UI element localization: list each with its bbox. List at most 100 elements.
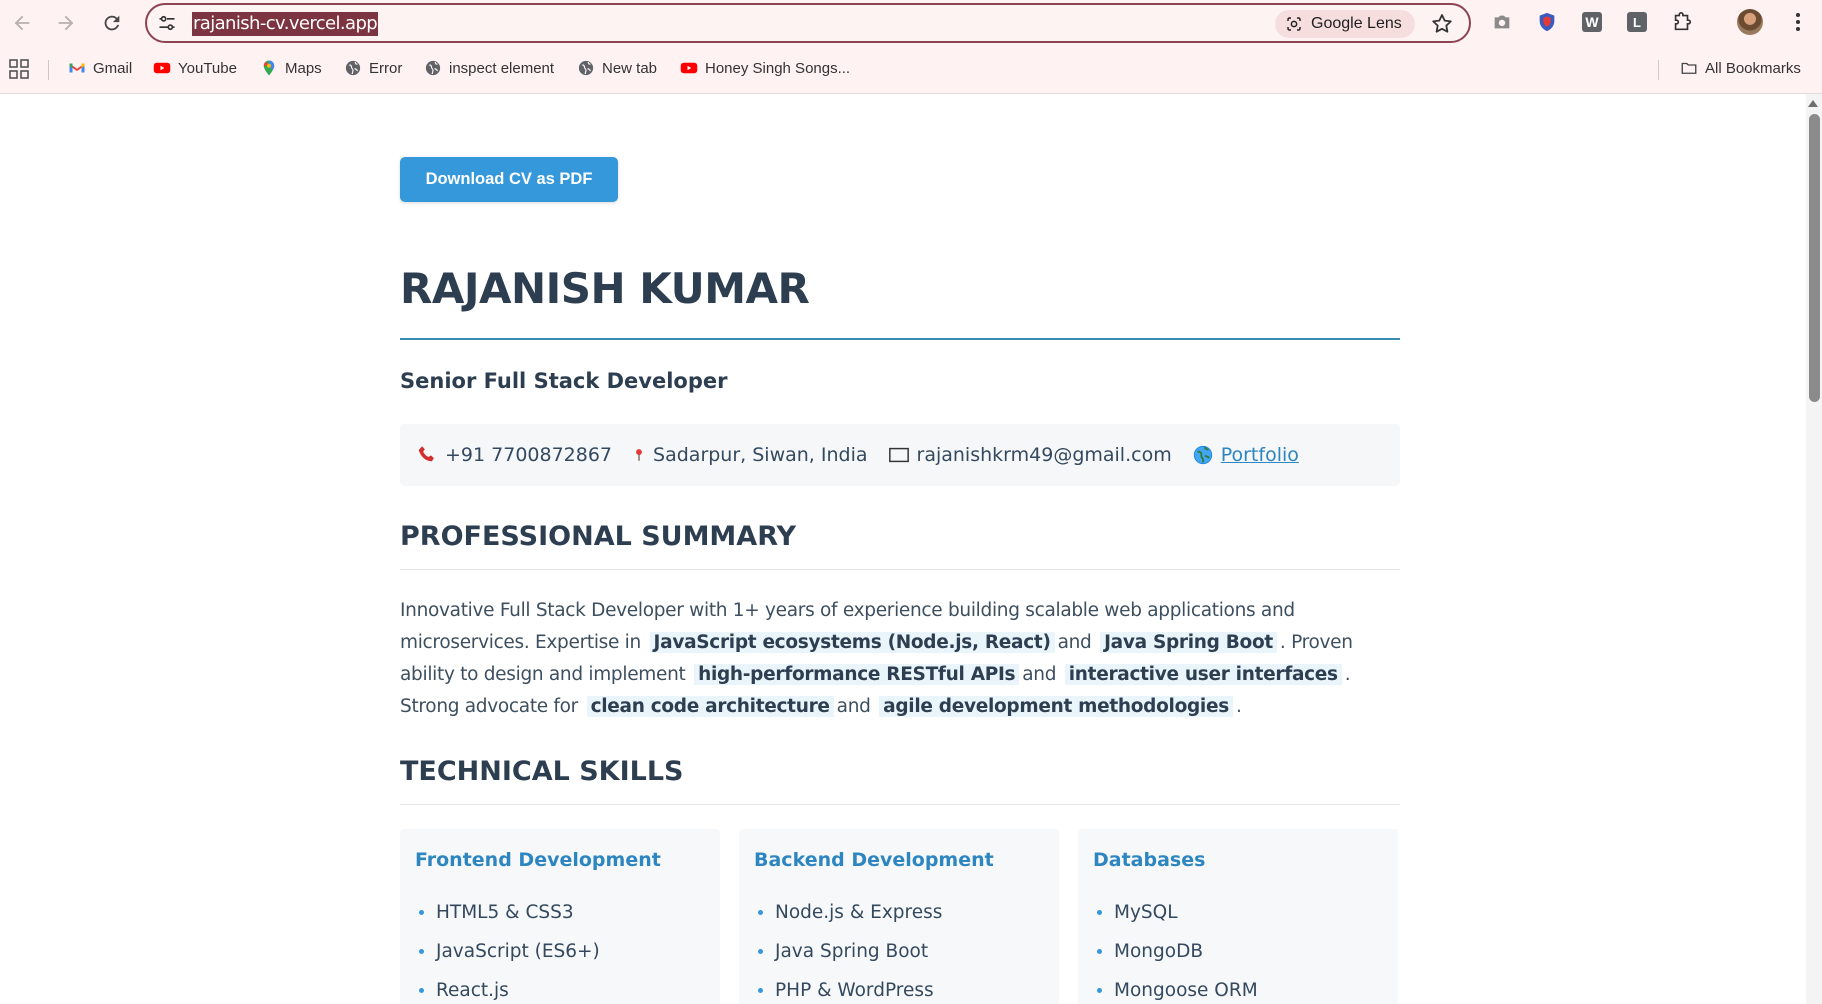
skill-card-backend: Backend Development Node.js & Express Ja…	[739, 829, 1059, 1004]
summary-highlight: high-performance RESTful APIs	[694, 664, 1020, 685]
summary-divider	[400, 569, 1400, 570]
skill-item: JavaScript (ES6+)	[415, 932, 705, 971]
skill-item: HTML5 & CSS3	[415, 893, 705, 932]
site-settings-icon[interactable]	[157, 13, 177, 33]
map-pin-icon	[636, 449, 642, 461]
summary-text: and	[1057, 632, 1092, 653]
bullet-dot	[758, 949, 763, 954]
contact-location: Sadarpur, Siwan, India	[632, 444, 868, 466]
bookmark-youtube[interactable]: YouTube	[153, 57, 237, 79]
forward-button[interactable]	[51, 8, 81, 38]
bookmark-label: Honey Singh Songs...	[705, 59, 851, 77]
email-text: rajanishkrm49@gmail.com	[916, 444, 1172, 466]
bookmark-gmail[interactable]: Gmail	[68, 57, 132, 79]
all-bookmarks-button[interactable]: All Bookmarks	[1680, 57, 1801, 79]
profile-avatar[interactable]	[1737, 9, 1763, 35]
skill-item-label: Mongoose ORM	[1114, 980, 1258, 1001]
skills-heading: TECHNICAL SKILLS	[400, 756, 684, 787]
l-extension-icon: L	[1627, 12, 1647, 32]
bullet-dot	[1097, 988, 1102, 993]
bookmark-label: Gmail	[93, 59, 133, 77]
skill-item-label: HTML5 & CSS3	[436, 902, 574, 923]
shield-icon	[1539, 12, 1555, 32]
skill-item: MySQL	[1093, 893, 1383, 932]
shield-extension-button[interactable]	[1535, 10, 1559, 34]
skill-list: HTML5 & CSS3 JavaScript (ES6+) React.js	[415, 893, 705, 1004]
maps-icon	[263, 60, 275, 76]
skill-item: PHP & WordPress	[754, 971, 1044, 1004]
summary-highlight: agile development methodologies	[879, 696, 1233, 717]
summary-highlight: JavaScript ecosystems (Node.js, React)	[649, 632, 1055, 653]
bullet-dot	[419, 910, 424, 915]
extensions-button[interactable]	[1670, 10, 1694, 34]
summary-highlight: Java Spring Boot	[1100, 632, 1277, 653]
w-extension-button[interactable]: W	[1580, 10, 1604, 34]
skill-item-label: MongoDB	[1114, 941, 1204, 962]
contact-email: rajanishkrm49@gmail.com	[888, 444, 1172, 466]
bookmark-label: New tab	[602, 59, 658, 77]
bookmark-new-tab[interactable]: New tab	[577, 57, 657, 79]
skill-item: Java Spring Boot	[754, 932, 1044, 971]
youtube-icon	[153, 62, 171, 74]
back-button[interactable]	[7, 8, 37, 38]
summary-text: and	[1022, 664, 1057, 685]
scroll-up-arrow-icon[interactable]	[1808, 100, 1818, 107]
bookmark-label: inspect element	[449, 59, 555, 77]
reload-icon	[104, 15, 120, 31]
skill-list: Node.js & Express Java Spring Boot PHP &…	[754, 893, 1044, 1004]
bookmark-honey-singh-songs[interactable]: Honey Singh Songs...	[680, 57, 850, 79]
phone-icon	[418, 446, 434, 462]
bookmark-star-icon[interactable]	[1430, 12, 1454, 36]
w-extension-icon: W	[1582, 12, 1602, 32]
bullet-dot	[419, 949, 424, 954]
bullet-dot	[419, 988, 424, 993]
reload-button[interactable]	[97, 8, 127, 38]
contact-phone: +91 7700872867	[416, 444, 612, 466]
summary-heading: PROFESSIONAL SUMMARY	[400, 521, 797, 552]
job-title: Senior Full Stack Developer	[400, 369, 728, 393]
apps-grid-icon[interactable]	[9, 59, 29, 79]
skill-item-label: JavaScript (ES6+)	[436, 941, 600, 962]
skill-list: MySQL MongoDB Mongoose ORM	[1093, 893, 1383, 1004]
camera-icon	[1494, 15, 1510, 29]
bookmark-error[interactable]: Error	[344, 57, 402, 79]
all-bookmarks-label: All Bookmarks	[1705, 59, 1801, 77]
location-text: Sadarpur, Siwan, India	[653, 444, 868, 466]
bookmark-maps[interactable]: Maps	[260, 57, 322, 79]
skill-item-label: PHP & WordPress	[775, 980, 934, 1001]
globe-icon	[425, 60, 441, 76]
summary-text: and	[836, 696, 871, 717]
phone-text: +91 7700872867	[445, 444, 613, 466]
skill-card-databases: Databases MySQL MongoDB Mongoose ORM	[1078, 829, 1398, 1004]
google-lens-button[interactable]: Google Lens	[1275, 10, 1415, 38]
name-divider	[400, 338, 1400, 340]
summary-paragraph: Innovative Full Stack Developer with 1+ …	[400, 595, 1410, 723]
envelope-icon	[888, 447, 909, 463]
portfolio-link[interactable]: Portfolio	[1221, 444, 1299, 466]
url-text[interactable]: rajanish-cv.vercel.app	[192, 12, 379, 36]
bookmarks-bar: Gmail YouTube Maps Error inspect element…	[0, 53, 1822, 83]
summary-highlight: clean code architecture	[586, 696, 834, 717]
address-bar[interactable]: rajanish-cv.vercel.app Google Lens	[145, 3, 1471, 43]
contact-bar: +91 7700872867 Sadarpur, Siwan, India ra…	[400, 424, 1400, 486]
bookmark-inspect-element[interactable]: inspect element	[424, 57, 554, 79]
candidate-name: RAJANISH KUMAR	[400, 264, 810, 313]
menu-kebab-icon[interactable]	[1786, 9, 1810, 35]
download-cv-button[interactable]: Download CV as PDF	[400, 157, 618, 202]
bullet-dot	[1097, 910, 1102, 915]
globe-icon	[1193, 445, 1212, 465]
scrollbar-thumb[interactable]	[1809, 114, 1820, 402]
folder-icon	[1681, 62, 1697, 74]
bullet-dot	[1097, 949, 1102, 954]
summary-text: .	[1235, 696, 1242, 717]
contact-portfolio: Portfolio	[1192, 444, 1299, 466]
skill-item-label: Node.js & Express	[775, 902, 943, 923]
bookmarks-divider	[1658, 60, 1659, 80]
lens-icon	[1287, 17, 1301, 31]
skill-card-title: Frontend Development	[415, 849, 661, 871]
camera-extension-button[interactable]	[1490, 10, 1514, 34]
skill-card-title: Databases	[1093, 849, 1206, 871]
l-extension-button[interactable]: L	[1625, 10, 1649, 34]
skill-item: Mongoose ORM	[1093, 971, 1383, 1004]
skill-item: Node.js & Express	[754, 893, 1044, 932]
